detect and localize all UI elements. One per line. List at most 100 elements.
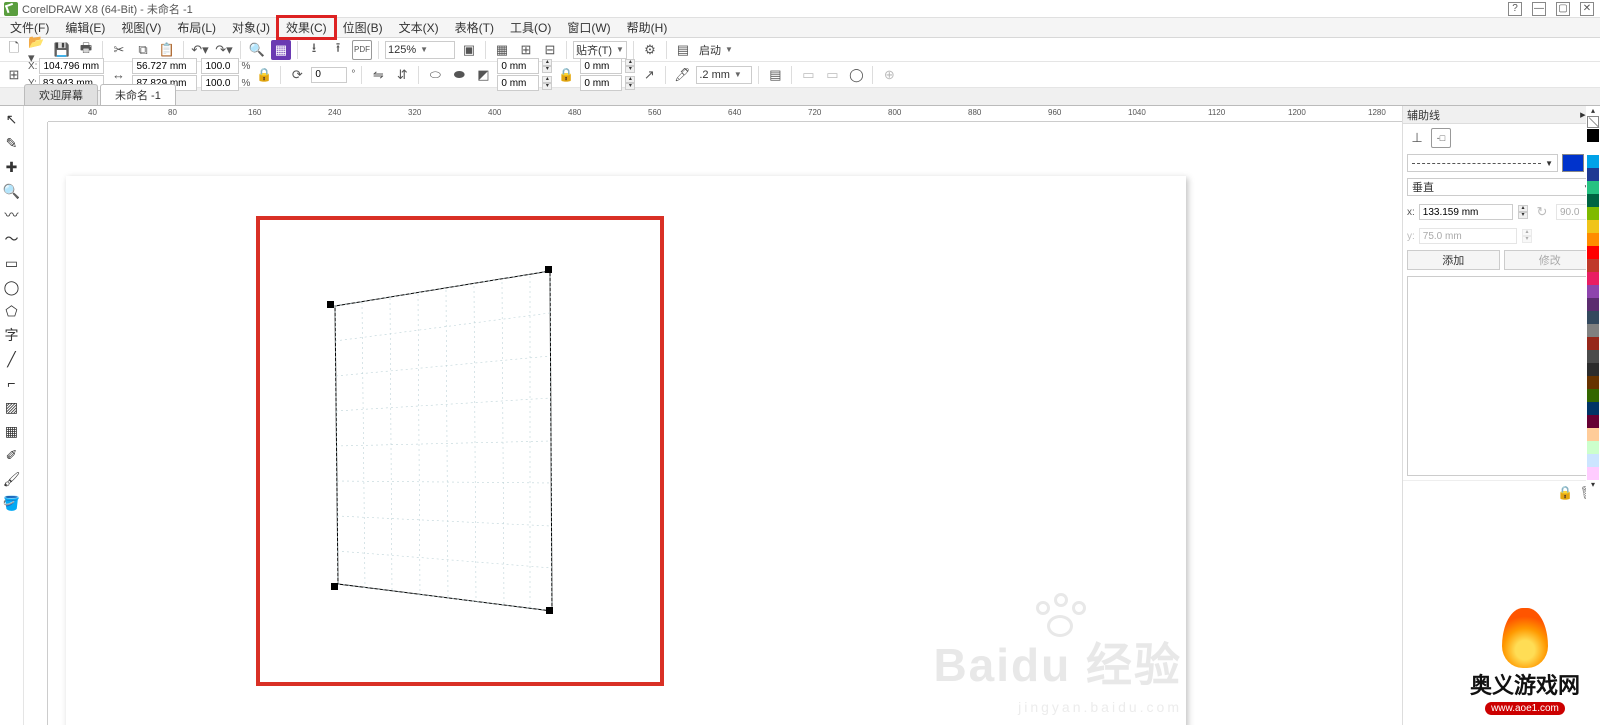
- paste-button[interactable]: 📋: [157, 40, 177, 60]
- color-swatch[interactable]: [1587, 272, 1599, 285]
- freehand-tool[interactable]: 〰: [3, 206, 21, 224]
- guideline-preset-icon[interactable]: -□: [1431, 128, 1451, 148]
- import-button[interactable]: ⭳: [304, 40, 324, 60]
- zoom-tool[interactable]: 🔍: [3, 182, 21, 200]
- tab-welcome[interactable]: 欢迎屏幕: [24, 84, 98, 105]
- close-button[interactable]: ✕: [1580, 2, 1594, 16]
- guideline-x-input[interactable]: [1419, 204, 1513, 220]
- relative-corner-button[interactable]: ↗: [639, 65, 659, 85]
- help-icon[interactable]: ?: [1508, 2, 1522, 16]
- mirror-v-button[interactable]: ⇵: [392, 65, 412, 85]
- guidelines-list[interactable]: [1407, 276, 1596, 476]
- cut-button[interactable]: ✂: [109, 40, 129, 60]
- corner-lock-button[interactable]: 🔒: [556, 65, 576, 85]
- menu-3[interactable]: 布局(L): [169, 17, 224, 38]
- guides-button[interactable]: ⊞: [516, 40, 536, 60]
- quick-customize-button[interactable]: ⊕: [879, 65, 899, 85]
- color-swatch[interactable]: [1587, 428, 1599, 441]
- guideline-mode-icon[interactable]: ⊥: [1407, 128, 1427, 148]
- menu-5[interactable]: 效果(C): [278, 17, 335, 38]
- color-swatch[interactable]: [1587, 168, 1599, 181]
- color-swatch[interactable]: [1587, 441, 1599, 454]
- grid-button[interactable]: ▦: [492, 40, 512, 60]
- maximize-button[interactable]: ▢: [1556, 2, 1570, 16]
- search-button[interactable]: 🔍: [247, 40, 267, 60]
- interactive-fill-tool[interactable]: 🖌: [3, 470, 21, 488]
- eyedropper-tool[interactable]: ✐: [3, 446, 21, 464]
- corner-br-input[interactable]: [580, 75, 622, 91]
- menu-9[interactable]: 工具(O): [502, 17, 559, 38]
- open-button[interactable]: 📂▾: [28, 40, 48, 60]
- new-doc-button[interactable]: 🗋: [4, 40, 24, 60]
- menu-7[interactable]: 文本(X): [391, 17, 447, 38]
- color-swatch[interactable]: [1587, 454, 1599, 467]
- color-swatch[interactable]: [1587, 298, 1599, 311]
- pick-tool[interactable]: ↖: [3, 110, 21, 128]
- corner-tr-input[interactable]: [580, 58, 622, 74]
- color-swatch[interactable]: [1587, 467, 1599, 480]
- connector-tool[interactable]: ⌐: [3, 374, 21, 392]
- mirror-h-button[interactable]: ⇋: [368, 65, 388, 85]
- color-swatch[interactable]: [1587, 415, 1599, 428]
- color-swatch[interactable]: [1587, 233, 1599, 246]
- color-swatch[interactable]: [1587, 129, 1599, 142]
- color-swatch[interactable]: [1587, 350, 1599, 363]
- text-tool[interactable]: 字: [3, 326, 21, 344]
- width-input[interactable]: [132, 58, 197, 74]
- front-of-layer-button[interactable]: ▭: [798, 65, 818, 85]
- menu-2[interactable]: 视图(V): [113, 17, 169, 38]
- launch-dropdown[interactable]: 启动▼: [697, 41, 735, 59]
- selection-handle-tr[interactable]: [545, 266, 552, 273]
- convert-curves-button[interactable]: ◯: [846, 65, 866, 85]
- corner-chamfer-button[interactable]: ◩: [473, 65, 493, 85]
- ellipse-tool[interactable]: ◯: [3, 278, 21, 296]
- color-swatch[interactable]: [1587, 285, 1599, 298]
- publish-button[interactable]: ▦: [271, 40, 291, 60]
- lock-guideline-icon[interactable]: 🔒: [1557, 485, 1573, 501]
- color-swatch[interactable]: [1587, 220, 1599, 233]
- menu-10[interactable]: 窗口(W): [559, 17, 618, 38]
- menu-6[interactable]: 位图(B): [335, 17, 391, 38]
- outline-width[interactable]: .2 mm▼: [696, 66, 752, 84]
- fullscreen-button[interactable]: ▣: [459, 40, 479, 60]
- menu-4[interactable]: 对象(J): [224, 17, 278, 38]
- drawing-area[interactable]: 4080160240320400480560640720800880960104…: [24, 106, 1402, 725]
- pdf-button[interactable]: PDF: [352, 40, 372, 60]
- polygon-tool[interactable]: ⬠: [3, 302, 21, 320]
- snap-dropdown[interactable]: 贴齐(T)▼: [573, 41, 627, 59]
- color-swatch[interactable]: [1587, 376, 1599, 389]
- wrap-text-button[interactable]: ▤: [765, 65, 785, 85]
- guideline-color-swatch[interactable]: [1562, 154, 1584, 172]
- zoom-level[interactable]: 125%▼: [385, 41, 455, 59]
- artistic-media-tool[interactable]: 〜: [3, 230, 21, 248]
- undo-button[interactable]: ↶▾: [190, 40, 210, 60]
- guideline-style-dropdown[interactable]: ▼: [1407, 154, 1558, 172]
- corner-round-button[interactable]: ⬭: [425, 65, 445, 85]
- no-color-swatch[interactable]: [1587, 116, 1599, 128]
- back-of-layer-button[interactable]: ▭: [822, 65, 842, 85]
- orientation-select[interactable]: 垂直▼: [1407, 178, 1596, 196]
- menu-1[interactable]: 编辑(E): [57, 17, 113, 38]
- redo-button[interactable]: ↷▾: [214, 40, 234, 60]
- rotation-input[interactable]: [311, 67, 347, 83]
- color-swatch[interactable]: [1587, 259, 1599, 272]
- parallel-dim-tool[interactable]: ╱: [3, 350, 21, 368]
- color-swatch[interactable]: [1587, 142, 1599, 155]
- save-button[interactable]: 💾: [52, 40, 72, 60]
- color-swatch[interactable]: [1587, 155, 1599, 168]
- color-swatch[interactable]: [1587, 363, 1599, 376]
- color-swatch[interactable]: [1587, 337, 1599, 350]
- color-swatch[interactable]: [1587, 181, 1599, 194]
- selection-handle-tl[interactable]: [327, 301, 334, 308]
- rectangle-tool[interactable]: ▭: [3, 254, 21, 272]
- shape-tool[interactable]: ✎: [3, 134, 21, 152]
- color-swatch[interactable]: [1587, 207, 1599, 220]
- scale-y-input[interactable]: [201, 75, 239, 91]
- scale-x-input[interactable]: [201, 58, 239, 74]
- corner-bl-input[interactable]: [497, 75, 539, 91]
- menu-8[interactable]: 表格(T): [447, 17, 502, 38]
- selection-handle-bl[interactable]: [331, 583, 338, 590]
- transparency-tool[interactable]: ▦: [3, 422, 21, 440]
- menu-11[interactable]: 帮助(H): [619, 17, 676, 38]
- color-swatch[interactable]: [1587, 246, 1599, 259]
